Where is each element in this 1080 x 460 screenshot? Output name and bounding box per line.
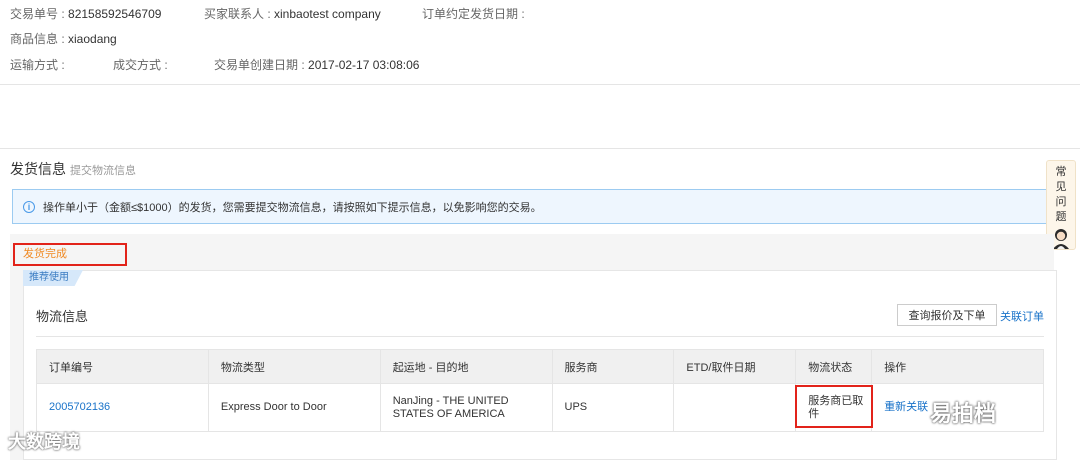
deal-method-label: 成交方式 : bbox=[113, 58, 168, 72]
trade-no: 交易单号 : 82158592546709 bbox=[10, 6, 161, 22]
created-value: 2017-02-17 03:08:06 bbox=[308, 58, 420, 72]
provider: UPS bbox=[551, 383, 675, 432]
buyer-contact-value: xinbaotest company bbox=[274, 7, 381, 21]
table-header-row: 订单编号 物流类型 起运地 - 目的地 服务商 ETD/取件日期 物流状态 操作 bbox=[36, 349, 1044, 384]
ship-date-label: 订单约定发货日期 : bbox=[422, 7, 525, 21]
shipping-method-label: 运输方式 : bbox=[10, 58, 65, 72]
watermark-right: 易拍档 bbox=[930, 401, 997, 426]
order-no-link[interactable]: 2005702136 bbox=[36, 383, 209, 432]
col-etd: ETD/取件日期 bbox=[673, 349, 797, 384]
table-row: 2005702136 Express Door to Door NanJing … bbox=[36, 383, 1044, 432]
shipping-title: 发货信息 bbox=[10, 161, 66, 177]
faq-char: 常 bbox=[1055, 166, 1067, 178]
col-order-no: 订单编号 bbox=[36, 349, 209, 384]
trade-no-label: 交易单号 : bbox=[10, 7, 69, 21]
recommend-tag: 推荐使用 bbox=[23, 270, 83, 286]
faq-char: 题 bbox=[1055, 211, 1067, 223]
col-route: 起运地 - 目的地 bbox=[379, 349, 553, 384]
status-highlight-box bbox=[795, 385, 873, 428]
logistics-title: 物流信息 bbox=[36, 309, 89, 324]
logistics-type: Express Door to Door bbox=[207, 383, 381, 432]
col-type: 物流类型 bbox=[207, 349, 381, 384]
logistics-table: 订单编号 物流类型 起运地 - 目的地 服务商 ETD/取件日期 物流状态 操作… bbox=[36, 349, 1044, 432]
info-icon: i bbox=[23, 200, 35, 213]
shipping-subtitle: 提交物流信息 bbox=[70, 165, 136, 177]
buyer-contact: 买家联系人 : xinbaotest company bbox=[204, 6, 381, 22]
col-status: 物流状态 bbox=[795, 349, 873, 384]
col-provider: 服务商 bbox=[551, 349, 675, 384]
product-value: xiaodang bbox=[68, 32, 117, 46]
shipping-notice: i 操作单小于（金额≤$1000）的发货，您需要提交物流信息，请按照如下提示信息… bbox=[12, 189, 1052, 224]
faq-char: 问 bbox=[1055, 196, 1067, 208]
shipping-section-title: 发货信息 提交物流信息 bbox=[10, 159, 136, 179]
order-info-section: 交易单号 : 82158592546709 买家联系人 : xinbaotest… bbox=[0, 0, 1080, 85]
etd bbox=[673, 383, 797, 432]
col-action: 操作 bbox=[871, 349, 1044, 384]
product-label: 商品信息 : bbox=[10, 32, 69, 46]
faq-char: 见 bbox=[1055, 181, 1067, 193]
created-label: 交易单创建日期 : bbox=[214, 58, 309, 72]
related-order-link[interactable]: 关联订单 bbox=[1000, 308, 1044, 324]
shipping-status-badge: 发货完成 bbox=[13, 243, 127, 266]
watermark-left: 大数跨境 bbox=[8, 432, 80, 452]
panel-divider bbox=[36, 336, 1044, 337]
section-divider bbox=[0, 148, 1080, 149]
support-avatar-icon bbox=[1053, 229, 1069, 249]
order-info-row-2: 商品信息 : xiaodang bbox=[10, 31, 410, 47]
buyer-contact-label: 买家联系人 : bbox=[204, 7, 275, 21]
order-info-row-3: 运输方式 : 成交方式 : 交易单创建日期 : 2017-02-17 03:08… bbox=[10, 57, 610, 73]
notice-text: 操作单小于（金额≤$1000）的发货，您需要提交物流信息，请按照如下提示信息，以… bbox=[43, 201, 542, 214]
product-info: 商品信息 : xiaodang bbox=[10, 31, 117, 47]
created-date: 交易单创建日期 : 2017-02-17 03:08:06 bbox=[214, 57, 419, 73]
quote-and-order-button[interactable]: 查询报价及下单 bbox=[897, 304, 997, 326]
trade-no-value: 82158592546709 bbox=[68, 7, 162, 21]
shipping-status-text: 发货完成 bbox=[23, 248, 67, 260]
order-info-row-1: 交易单号 : 82158592546709 买家联系人 : xinbaotest… bbox=[10, 6, 1070, 22]
route: NanJing - THE UNITED STATES OF AMERICA bbox=[379, 383, 553, 432]
